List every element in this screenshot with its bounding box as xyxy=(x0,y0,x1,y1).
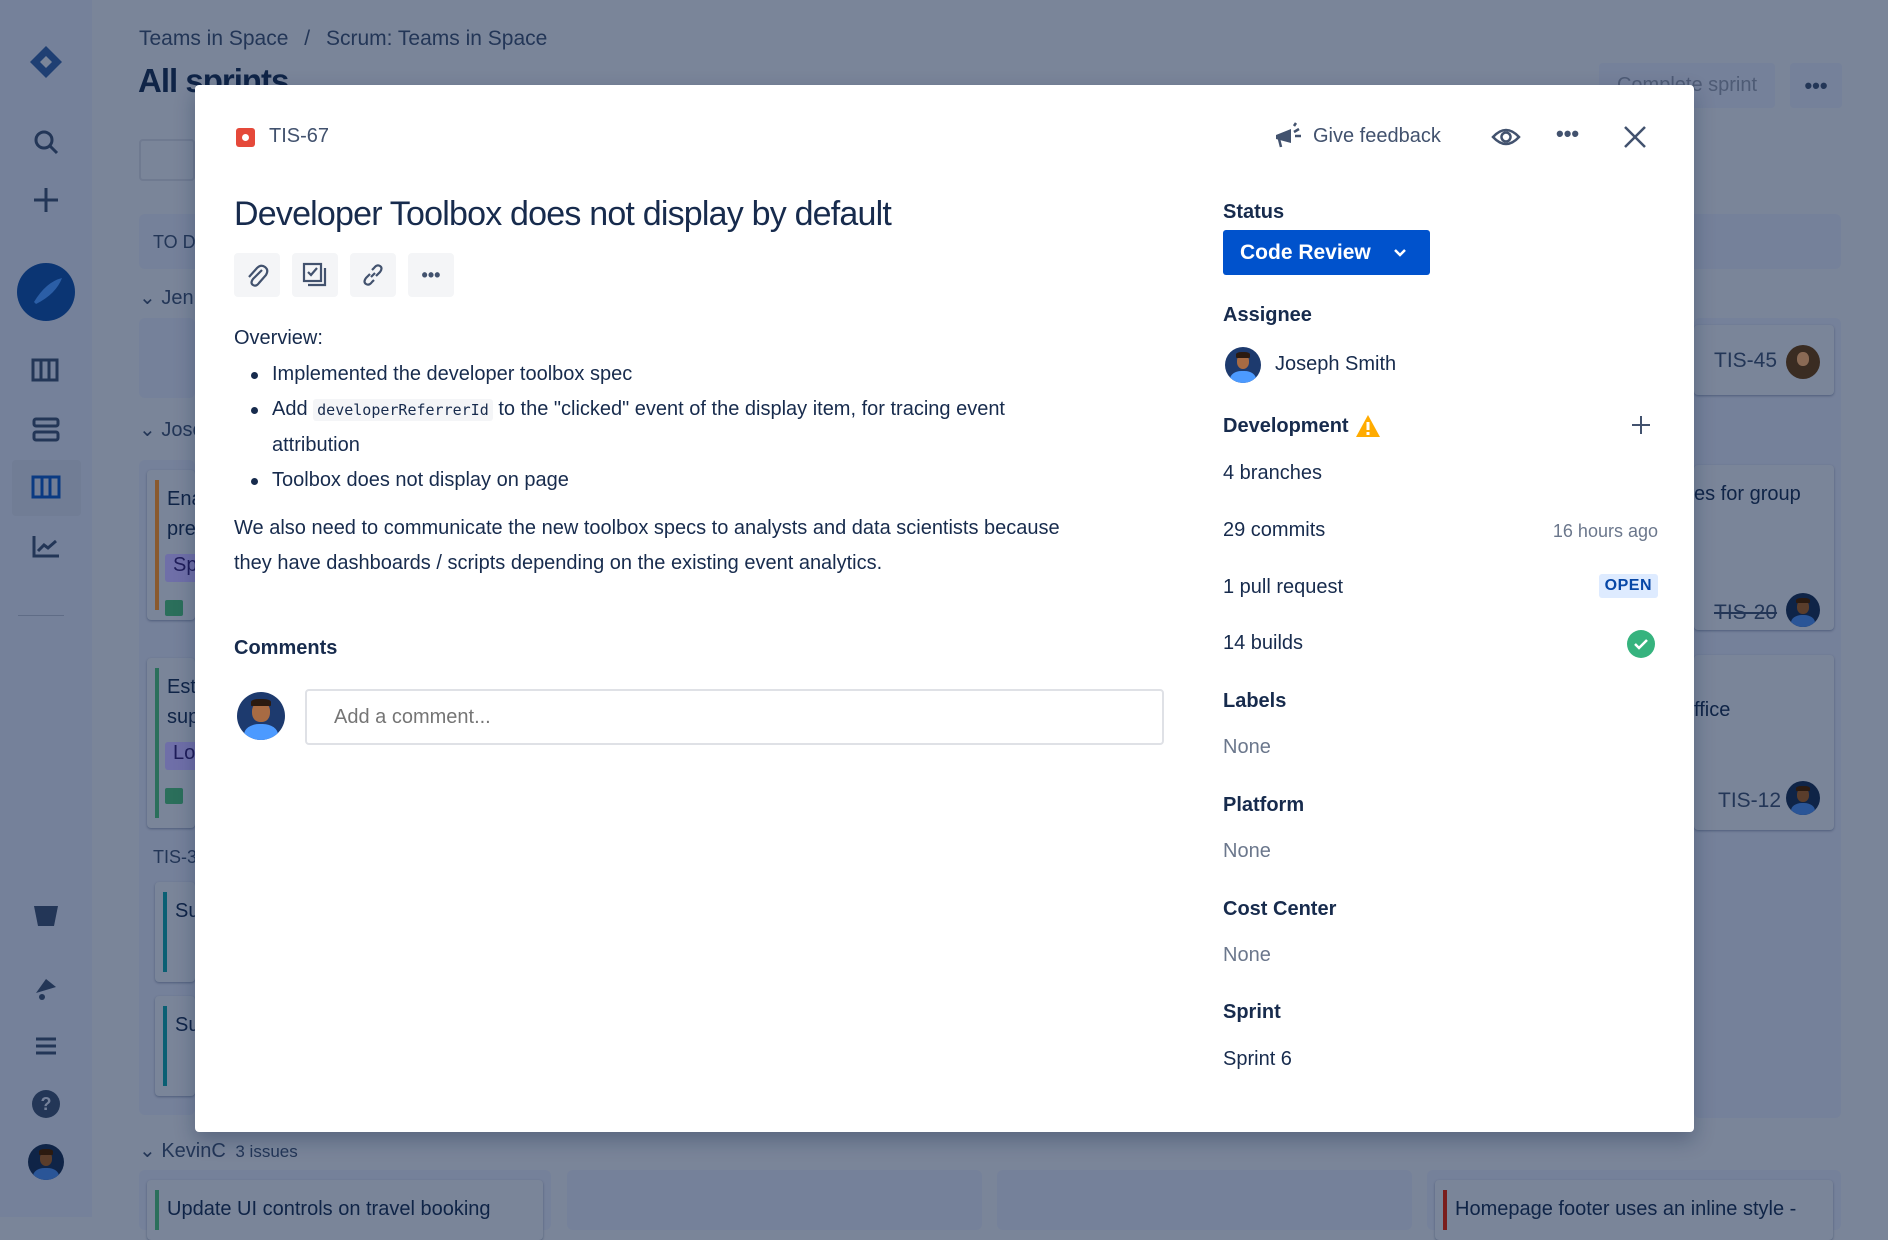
board-icon[interactable] xyxy=(26,468,66,508)
assignee-name[interactable]: Joseph Smith xyxy=(1275,353,1396,376)
description-bullet: Toolbox does not display on page xyxy=(251,463,569,498)
issue-title[interactable]: Developer Toolbox does not display by de… xyxy=(234,195,892,234)
improvement-icon xyxy=(165,600,183,616)
status-dropdown[interactable]: Code Review xyxy=(1223,230,1430,275)
link-icon xyxy=(363,264,383,286)
create-plus-icon[interactable] xyxy=(26,180,66,220)
platform-label: Platform xyxy=(1223,794,1305,816)
commits-time: 16 hours ago xyxy=(1552,521,1658,541)
issue-key-link[interactable]: TIS-67 xyxy=(269,125,329,148)
megaphone-icon xyxy=(1276,122,1301,148)
watch-eye-icon[interactable] xyxy=(1491,126,1521,153)
give-feedback-button[interactable]: Give feedback xyxy=(1273,121,1441,151)
board-card[interactable]: Update UI controls on travel booking xyxy=(147,1180,543,1240)
bitbucket-icon[interactable] xyxy=(26,896,66,936)
swimlane-column xyxy=(139,318,195,398)
breadcrumb-separator: / xyxy=(304,27,311,50)
issue-detail-modal: TIS-67 Give feedback ••• Developer Toolb… xyxy=(195,85,1694,1132)
pull-request-link[interactable]: 1 pull request xyxy=(1223,576,1343,599)
description-paragraph: they have dashboards / scripts depending… xyxy=(234,552,883,574)
notifications-bell-icon[interactable] xyxy=(26,968,66,1008)
inline-code: developerReferrerId xyxy=(313,399,493,421)
help-icon[interactable]: ? xyxy=(26,1084,66,1124)
avatar xyxy=(1786,781,1820,815)
board-card[interactable]: TIS-45 xyxy=(1694,325,1834,395)
epic-tag: Sp xyxy=(165,554,195,582)
reports-icon[interactable] xyxy=(26,526,66,566)
sprint-label: Sprint xyxy=(1223,1001,1281,1023)
description-paragraph: We also need to communicate the new tool… xyxy=(234,517,1060,539)
column-header-todo: TO D xyxy=(153,232,196,252)
swimlane-column xyxy=(997,1170,1412,1230)
menu-icon[interactable] xyxy=(26,1026,66,1066)
platform-value[interactable]: None xyxy=(1223,840,1271,863)
breadcrumb-project[interactable]: Teams in Space xyxy=(139,27,288,50)
description-bullet: Add developerReferrerId to the "clicked"… xyxy=(251,392,1005,428)
cost-center-label: Cost Center xyxy=(1223,898,1337,920)
description-bullet: Implemented the developer toolbox spec xyxy=(250,357,632,392)
svg-text:?: ? xyxy=(41,1094,52,1114)
comment-input[interactable] xyxy=(305,689,1164,745)
bug-icon xyxy=(236,128,255,147)
epic-tag: Lo xyxy=(165,742,195,770)
commits-link[interactable]: 29 commits xyxy=(1223,519,1325,542)
description-bullet-continuation: attribution xyxy=(272,434,360,456)
swimlane-kevinc[interactable]: ⌄ KevinC 3 issues xyxy=(139,1138,298,1163)
search-icon[interactable] xyxy=(26,122,66,162)
board-card[interactable]: Homepage footer uses an inline style - xyxy=(1435,1180,1833,1240)
board-card[interactable]: Ena pre Sp xyxy=(147,470,195,620)
board-card[interactable]: ffice TIS-12 xyxy=(1694,655,1834,830)
board-more-button[interactable]: ••• xyxy=(1790,63,1842,108)
warning-icon xyxy=(1355,415,1380,437)
more-dots-icon: ••• xyxy=(421,264,441,285)
comments-heading: Comments xyxy=(234,637,338,659)
sidebar-divider xyxy=(18,615,64,616)
add-development-plus-icon[interactable] xyxy=(1631,415,1651,440)
backlog-icon[interactable] xyxy=(26,352,66,392)
breadcrumb: Teams in Space / Scrum: Teams in Space xyxy=(139,27,547,51)
board-card[interactable]: Su xyxy=(155,882,195,982)
assignee-label: Assignee xyxy=(1223,304,1312,326)
board-search-input[interactable] xyxy=(139,139,195,181)
give-feedback-label: Give feedback xyxy=(1313,124,1441,147)
avatar xyxy=(1786,593,1820,627)
more-toolbar-button[interactable]: ••• xyxy=(408,253,454,297)
chevron-down-icon xyxy=(1393,248,1406,257)
user-avatar[interactable] xyxy=(28,1144,64,1180)
build-success-check-icon xyxy=(1627,630,1655,663)
description-intro: Overview: xyxy=(234,327,323,349)
labels-label: Labels xyxy=(1223,690,1287,712)
jira-logo-icon[interactable] xyxy=(26,42,66,82)
status-label: Status xyxy=(1223,201,1285,223)
pr-status-badge: OPEN xyxy=(1598,574,1658,598)
current-user-avatar xyxy=(237,692,285,740)
story-icon xyxy=(165,788,183,804)
board-card[interactable]: Est sup Lo xyxy=(147,658,195,828)
board-card[interactable]: Su xyxy=(155,996,195,1096)
board-card[interactable]: es for group TIS-20 xyxy=(1694,465,1834,630)
assignee-avatar xyxy=(1225,347,1261,383)
sprints-icon[interactable] xyxy=(26,410,66,450)
subtask-checkbox-icon xyxy=(302,262,327,287)
breadcrumb-board[interactable]: Scrum: Teams in Space xyxy=(326,27,547,50)
sprint-value[interactable]: Sprint 6 xyxy=(1223,1048,1292,1071)
more-actions-icon[interactable]: ••• xyxy=(1556,121,1579,147)
branches-link[interactable]: 4 branches xyxy=(1223,462,1322,485)
subtask-group-header: TIS-3 xyxy=(153,847,198,867)
link-issue-button[interactable] xyxy=(350,253,396,297)
global-sidebar: ? xyxy=(0,0,92,1217)
attach-button[interactable] xyxy=(234,253,280,297)
project-avatar-icon[interactable] xyxy=(17,263,75,321)
create-subtask-button[interactable] xyxy=(292,253,338,297)
swimlane-jose[interactable]: ⌄ Jose xyxy=(139,417,204,442)
close-icon[interactable] xyxy=(1622,124,1648,155)
cost-center-value[interactable]: None xyxy=(1223,944,1271,967)
development-label: Development xyxy=(1223,414,1381,438)
avatar xyxy=(1786,345,1820,379)
paperclip-icon xyxy=(248,264,269,287)
builds-link[interactable]: 14 builds xyxy=(1223,632,1303,655)
swimlane-column xyxy=(567,1170,982,1230)
labels-value[interactable]: None xyxy=(1223,736,1271,759)
